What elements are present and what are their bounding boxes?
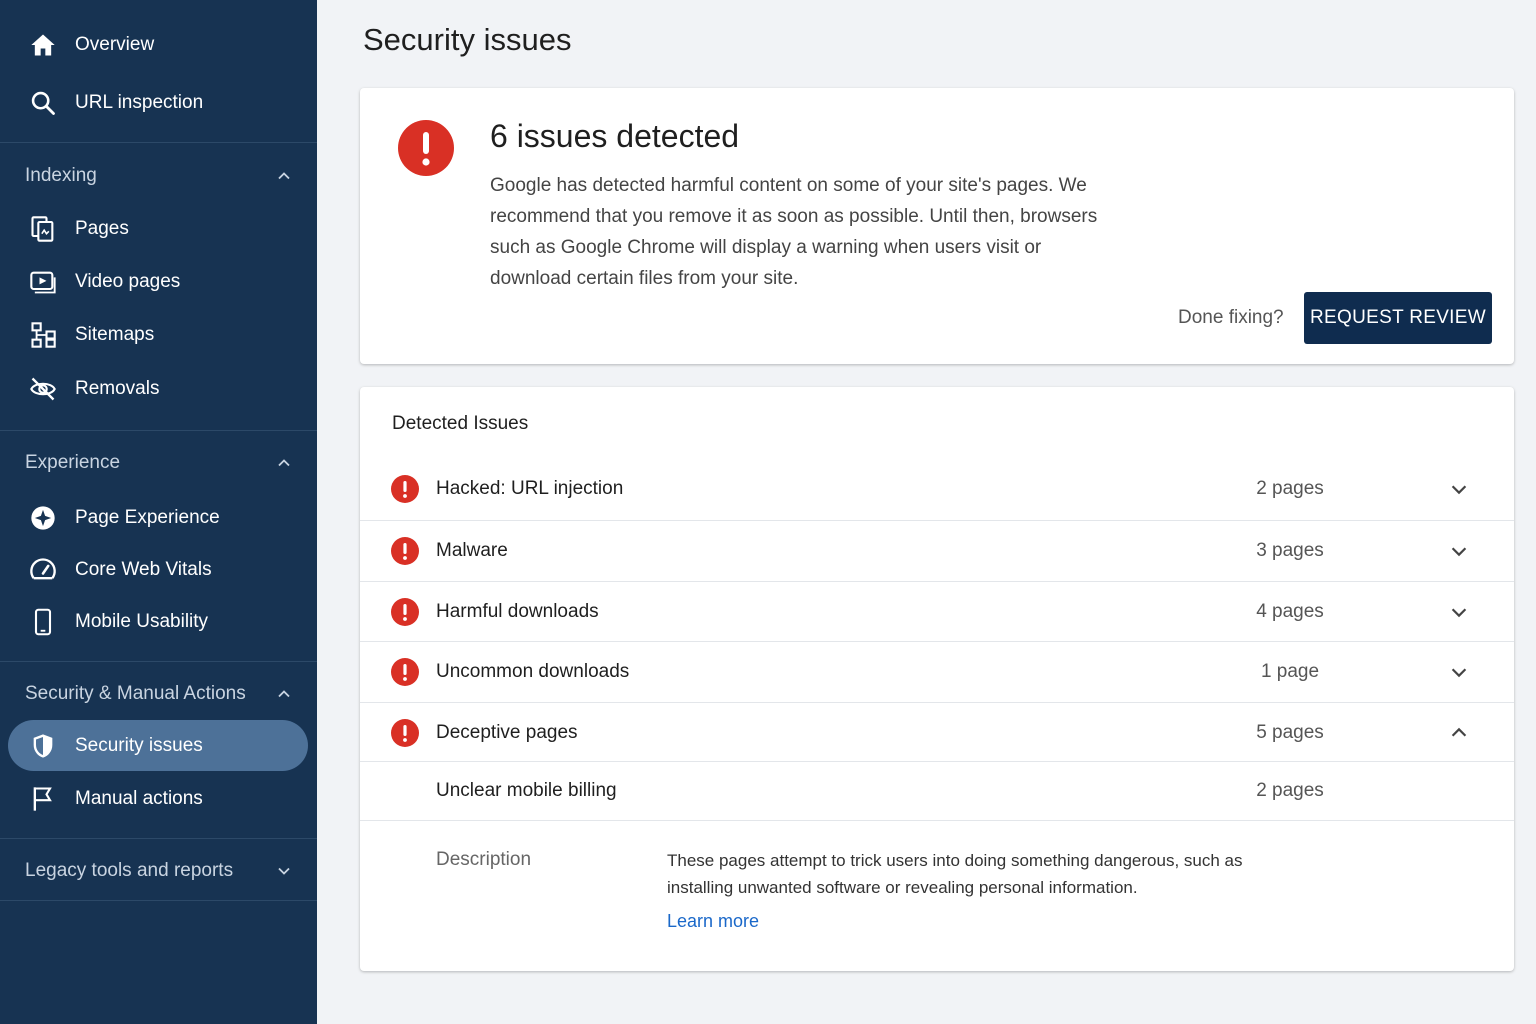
sub-issue-row-unclear-mobile-billing[interactable]: Unclear mobile billing 2 pages <box>360 762 1514 820</box>
sidebar-item-manual-actions[interactable]: Manual actions <box>0 774 317 824</box>
section-label: Legacy tools and reports <box>25 860 234 881</box>
sidebar-item-label: Video pages <box>75 271 181 292</box>
sidebar-item-label: Removals <box>75 378 160 399</box>
issue-count: 3 pages <box>1256 540 1324 561</box>
sidebar-item-security-issues[interactable]: Security issues <box>8 720 308 771</box>
sub-issue-name: Unclear mobile billing <box>436 780 617 801</box>
row-divider <box>360 820 1514 821</box>
section-label: Indexing <box>25 165 97 186</box>
error-icon <box>391 475 419 503</box>
sidebar-item-label: Overview <box>75 34 155 55</box>
section-security[interactable]: Security & Manual Actions <box>0 672 317 716</box>
section-legacy-tools[interactable]: Legacy tools and reports <box>0 849 317 893</box>
sidebar-item-label: Manual actions <box>75 788 203 809</box>
chevron-down-icon <box>278 867 290 875</box>
section-label: Security & Manual Actions <box>25 683 246 704</box>
shield-icon <box>28 731 58 761</box>
flag-icon <box>28 784 58 814</box>
detected-issues-heading: Detected Issues <box>392 413 529 434</box>
sidebar-item-overview[interactable]: Overview <box>0 20 317 70</box>
sidebar-item-sitemaps[interactable]: Sitemaps <box>0 310 317 360</box>
issue-row-harmful-downloads[interactable]: Harmful downloads 4 pages <box>360 582 1514 642</box>
gauge-icon <box>28 555 58 585</box>
sidebar-item-label: Pages <box>75 218 129 239</box>
learn-more-link[interactable]: Learn more <box>667 911 759 932</box>
error-icon <box>391 598 419 626</box>
issues-summary-card: 6 issues detected Google has detected ha… <box>360 88 1514 364</box>
description-label: Description <box>436 849 532 870</box>
issue-row-uncommon-downloads[interactable]: Uncommon downloads 1 page <box>360 642 1514 702</box>
sidebar-item-url-inspection[interactable]: URL inspection <box>0 78 317 128</box>
chevron-down-icon[interactable] <box>1448 661 1470 683</box>
sidebar-item-mobile-usability[interactable]: Mobile Usability <box>0 597 317 647</box>
issue-name: Uncommon downloads <box>436 661 630 682</box>
phone-icon <box>28 607 58 637</box>
page-title: Security issues <box>363 22 572 57</box>
sidebar-divider <box>0 661 317 662</box>
section-label: Experience <box>25 452 121 473</box>
request-review-button[interactable]: REQUEST REVIEW <box>1304 292 1492 344</box>
sitemap-icon <box>28 320 58 350</box>
issue-count: 4 pages <box>1256 601 1324 622</box>
issue-name: Deceptive pages <box>436 722 578 743</box>
sidebar-divider <box>0 142 317 143</box>
chevron-up-icon[interactable] <box>1448 722 1470 744</box>
sidebar-item-label: Core Web Vitals <box>75 559 212 580</box>
issue-name: Harmful downloads <box>436 601 599 622</box>
detected-issues-card: Detected Issues Hacked: URL injection 2 … <box>360 387 1514 971</box>
done-fixing-text: Done fixing? <box>1178 307 1284 328</box>
sidebar-item-label: Sitemaps <box>75 324 155 345</box>
sidebar-item-page-experience[interactable]: Page Experience <box>0 493 317 543</box>
sidebar-item-pages[interactable]: Pages <box>0 204 317 254</box>
error-icon <box>391 658 419 686</box>
issue-count: 1 page <box>1260 661 1320 682</box>
sidebar-divider <box>0 838 317 839</box>
section-indexing[interactable]: Indexing <box>0 154 317 198</box>
sidebar-item-removals[interactable]: Removals <box>0 364 317 414</box>
chevron-up-icon <box>278 459 290 467</box>
issue-name: Hacked: URL injection <box>436 478 624 499</box>
issue-count: 2 pages <box>1256 478 1324 499</box>
sidebar: Overview URL inspection Indexing Pages V… <box>0 0 317 1024</box>
error-icon <box>391 537 419 565</box>
star-badge-icon <box>28 503 58 533</box>
sidebar-divider <box>0 900 317 901</box>
search-icon <box>28 88 58 118</box>
pages-icon <box>28 214 58 244</box>
issue-row-deceptive-pages[interactable]: Deceptive pages 5 pages <box>360 703 1514 763</box>
alert-title: 6 issues detected <box>490 118 740 154</box>
alert-description: Google has detected harmful content on s… <box>490 175 1098 289</box>
sidebar-item-core-web-vitals[interactable]: Core Web Vitals <box>0 545 317 595</box>
sidebar-divider <box>0 430 317 431</box>
sidebar-item-label: Mobile Usability <box>75 611 209 632</box>
error-icon <box>391 719 419 747</box>
eye-off-icon <box>28 374 58 404</box>
video-icon <box>28 267 58 297</box>
issue-row-malware[interactable]: Malware 3 pages <box>360 521 1514 581</box>
sidebar-item-label: Page Experience <box>75 507 220 528</box>
issue-count: 5 pages <box>1256 722 1324 743</box>
chevron-down-icon[interactable] <box>1448 601 1470 623</box>
sub-issue-count: 2 pages <box>1256 780 1324 801</box>
issue-row-hacked-url-injection[interactable]: Hacked: URL injection 2 pages <box>360 459 1514 519</box>
chevron-up-icon <box>278 172 290 180</box>
sidebar-item-video-pages[interactable]: Video pages <box>0 257 317 307</box>
chevron-down-icon[interactable] <box>1448 478 1470 500</box>
home-icon <box>28 30 58 60</box>
issue-name: Malware <box>436 540 508 561</box>
chevron-down-icon[interactable] <box>1448 540 1470 562</box>
sidebar-item-label: URL inspection <box>75 92 204 113</box>
chevron-up-icon <box>278 690 290 698</box>
description-text: These pages attempt to trick users into … <box>667 851 1243 897</box>
sidebar-item-label: Security issues <box>75 734 203 756</box>
error-icon <box>398 120 454 176</box>
section-experience[interactable]: Experience <box>0 441 317 485</box>
